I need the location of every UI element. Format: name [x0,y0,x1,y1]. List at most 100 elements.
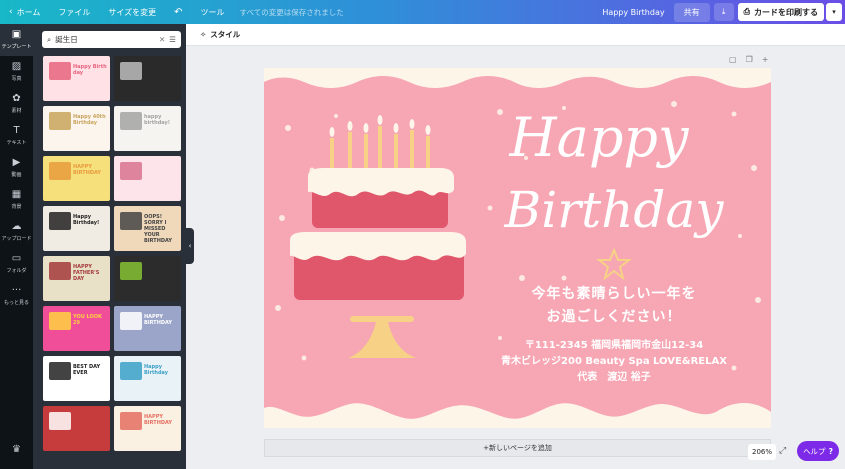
home-button[interactable]: ‹ ホーム [0,7,49,18]
help-label: ヘルプ [803,446,826,456]
thumbnail-accent [49,62,71,80]
thumbnail-accent [49,262,71,280]
nav-label: 写真 [11,76,22,82]
template-thumbnail[interactable] [43,406,110,451]
thumbnail-text: Happy 40th Birthday [73,114,106,126]
template-thumbnail[interactable]: HAPPY FATHER'S DAY [43,256,110,301]
filter-icon[interactable]: ☰ [169,35,176,44]
thumbnail-text: Happy Birthday [144,364,168,376]
template-thumbnail[interactable]: HAPPY BIRTHDAY [114,306,181,351]
style-button[interactable]: スタイル [210,29,240,40]
chevron-left-icon: ‹ [188,242,192,250]
document-title[interactable]: Happy Birthday [593,8,673,17]
nav-label: 動画 [11,172,22,178]
birthday-card[interactable]: Happy Birthday 今年も素晴らしい一年を お過ごしください！ 〒11… [264,68,771,428]
template-thumbnail[interactable]: HAPPY BIRTHDAY [43,156,110,201]
share-button[interactable]: 共有 [673,2,710,22]
templates-panel: ⌕ 誕生日 ✕ ☰ Happy Birth day Happy 40th Birt… [33,24,186,469]
thumbnail-text: OOPS! SORRY I MISSED YOUR BIRTHDAY [144,214,173,244]
zoom-level[interactable]: 206% [748,444,776,460]
thumbnail-accent [49,162,71,180]
template-thumbnail[interactable]: Happy Birth day [43,56,110,101]
add-icon[interactable]: + [762,55,769,64]
nav-label: テキスト [6,140,27,146]
nav-label: 背景 [11,204,22,210]
card-address-line3[interactable]: 代表 渡辺 裕子 [489,368,739,383]
nav-item-folder[interactable]: ▭ フォルダ [0,248,33,280]
template-search[interactable]: ⌕ 誕生日 ✕ ☰ [42,31,181,48]
search-input[interactable]: 誕生日 [55,34,155,45]
print-card-button[interactable]: ⎙ カードを印刷する [737,3,824,21]
template-thumbnail[interactable] [114,156,181,201]
background-icon: ▦ [11,189,22,200]
template-thumbnail[interactable]: OOPS! SORRY I MISSED YOUR BIRTHDAY [114,206,181,251]
template-thumbnail[interactable] [114,256,181,301]
more-icon: ··· [11,285,22,296]
folder-icon: ▭ [11,253,22,264]
nav-item-photo[interactable]: ▨ 写真 [0,56,33,88]
save-status: すべての変更は保存されました [239,7,344,17]
clear-icon[interactable]: ✕ [159,35,165,44]
left-nav: ▣ テンプレート ▨ 写真 ✿ 素材 T テキスト ▶ 動画 ▦ 背景 ☁ アップロード ▭ フォルダ ··· も… [0,24,33,469]
elements-icon: ✿ [12,93,21,104]
card-message-line2[interactable]: お過ごしください！ [504,306,724,326]
download-icon: ⤓ [721,7,726,16]
download-button[interactable]: ⤓ [713,3,734,21]
chevron-down-icon: ▾ [832,8,836,16]
thumbnail-text: HAPPY FATHER'S DAY [73,264,100,282]
nav-item-more[interactable]: ··· もっと見る [0,280,33,312]
nav-item-template[interactable]: ▣ テンプレート [0,24,33,56]
thumbnail-accent [49,362,71,380]
card-title-birthday[interactable]: Birthday [494,182,734,238]
template-thumbnail[interactable]: Happy 40th Birthday [43,106,110,151]
thumbnail-accent [120,112,142,130]
thumbnail-accent [49,112,71,130]
nav-item-text[interactable]: T テキスト [0,120,33,152]
thumbnail-accent [120,62,142,80]
page-actions: ▢ ❐ + [729,55,768,64]
nav-item-upload[interactable]: ☁ アップロード [0,216,33,248]
nav-item-elements[interactable]: ✿ 素材 [0,88,33,120]
note-icon[interactable]: ▢ [729,55,737,64]
print-icon: ⎙ [743,7,750,16]
card-message-line1[interactable]: 今年も素晴らしい一年を [504,283,724,303]
undo-button[interactable]: ↶ [165,7,191,18]
template-thumbnail[interactable]: BEST DAY EVER [43,356,110,401]
template-thumbnail[interactable]: YOU LOOK 29 [43,306,110,351]
thumbnail-accent [120,262,142,280]
template-thumbnail[interactable]: happy birthday! [114,106,181,151]
fullscreen-icon[interactable]: ⤢ [779,446,786,456]
thumbnail-text: happy birthday! [144,114,171,126]
card-address-line1[interactable]: 〒111-2345 福岡県福岡市金山12-34 [489,336,739,351]
thumbnail-accent [49,212,71,230]
card-title-happy[interactable]: Happy [494,108,704,168]
add-page-button[interactable]: +新しいページを追加 [264,439,771,457]
template-thumbnail[interactable]: Happy Birthday! [43,206,110,251]
thumbnail-text: YOU LOOK 29 [73,314,102,326]
thumbnail-text: BEST DAY EVER [73,364,101,376]
template-thumbnail[interactable] [114,56,181,101]
thumbnail-accent [120,162,142,180]
nav-item-video[interactable]: ▶ 動画 [0,152,33,184]
template-thumbnail[interactable]: Happy Birthday [114,356,181,401]
thumbnail-text: HAPPY BIRTHDAY [144,414,173,426]
template-thumbnail[interactable]: HAPPY BIRTHDAY [114,406,181,451]
nav-item-background[interactable]: ▦ 背景 [0,184,33,216]
thumbnail-text: HAPPY BIRTHDAY [73,164,102,176]
panel-collapse-handle[interactable]: ‹ [186,228,194,264]
photo-icon: ▨ [11,61,22,72]
question-icon: ? [828,446,833,456]
nav-label: アップロード [1,236,32,242]
duplicate-icon[interactable]: ❐ [746,55,753,64]
thumbnail-accent [120,362,142,380]
help-button[interactable]: ヘルプ ? [797,441,839,461]
nav-label: もっと見る [3,300,29,306]
card-address-line2[interactable]: 青木ビレッジ200 Beauty Spa LOVE&RELAX [489,352,739,367]
home-label: ホーム [16,7,41,17]
print-options-button[interactable]: ▾ [826,3,842,21]
upload-icon: ☁ [11,221,22,232]
tools-menu[interactable]: ツール [192,7,234,18]
resize-menu[interactable]: サイズを変更 [99,7,165,18]
thumbnail-accent [49,312,71,330]
file-menu[interactable]: ファイル [49,7,99,18]
